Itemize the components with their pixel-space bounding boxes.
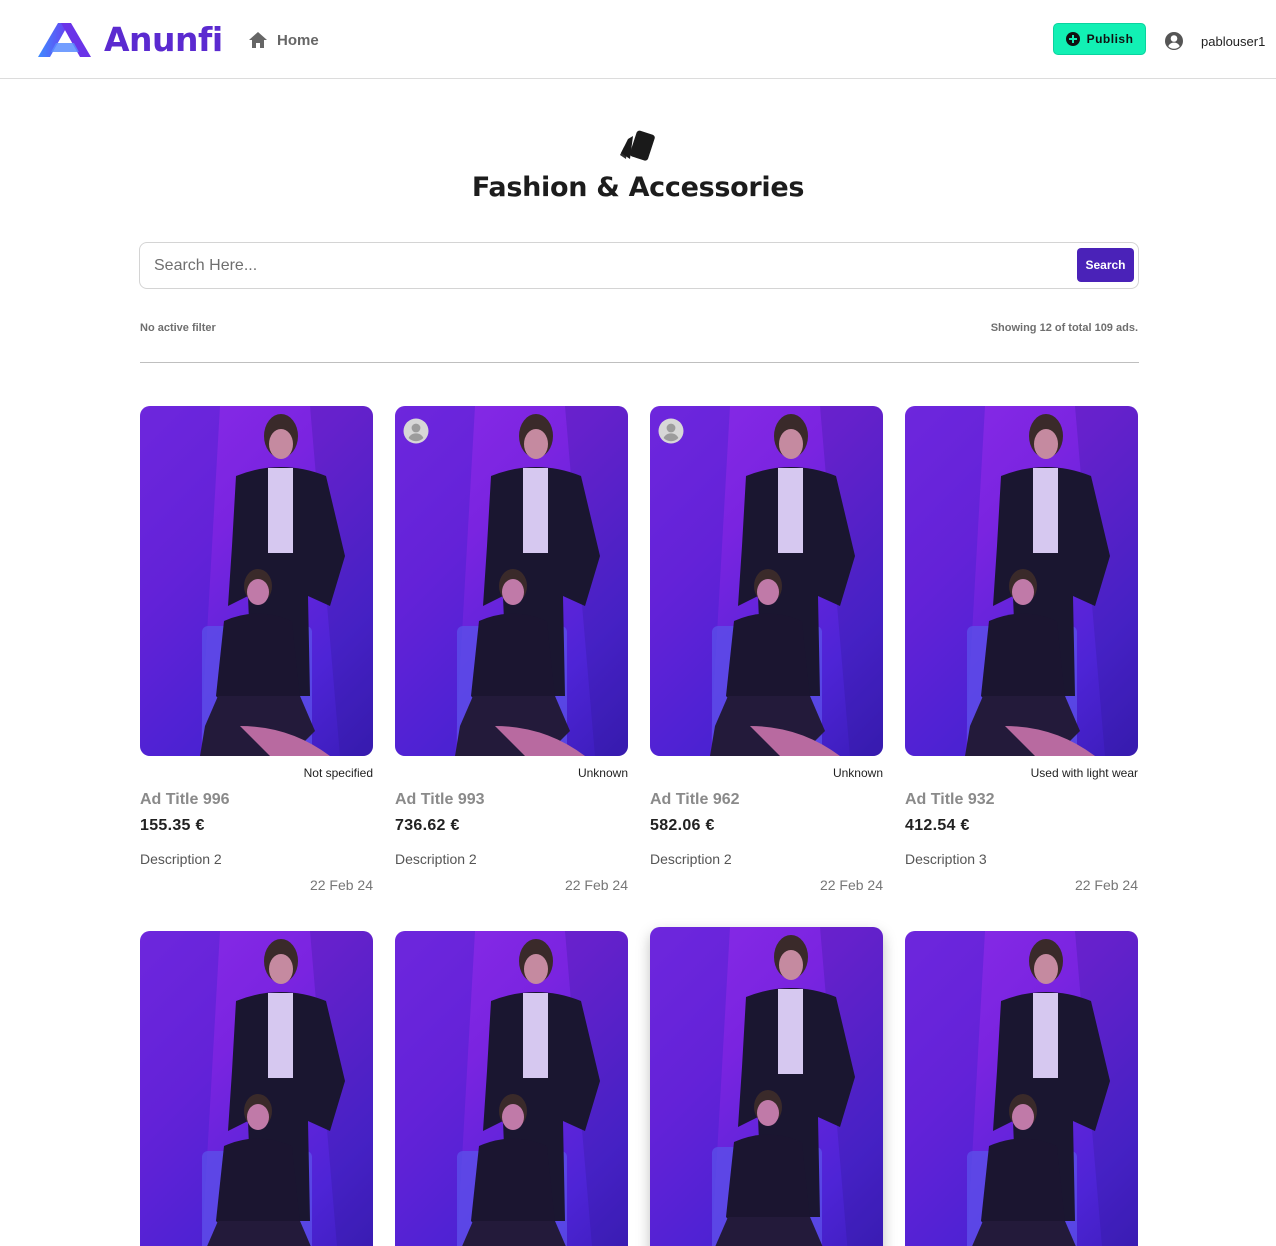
brand-logo[interactable]: Anunfi xyxy=(38,20,223,59)
seller-avatar-icon[interactable] xyxy=(403,418,429,444)
user-circle-icon xyxy=(1165,32,1183,50)
ad-description: Description 2 xyxy=(140,851,222,867)
ad-price: 582.06 € xyxy=(650,817,715,834)
ad-date: 22 Feb 24 xyxy=(819,877,883,893)
ad-card[interactable]: Unknown Ad Title 993 736.62 € Descriptio… xyxy=(395,406,628,893)
divider xyxy=(140,362,1139,363)
ad-title[interactable]: Ad Title 993 xyxy=(395,791,485,809)
ad-photo[interactable] xyxy=(140,406,373,756)
ad-photo-image xyxy=(395,931,628,1246)
ad-photo-image xyxy=(905,931,1138,1246)
home-icon xyxy=(249,32,267,48)
ad-title[interactable]: Ad Title 962 xyxy=(650,791,740,809)
ad-card[interactable]: Unknown Ad Title 962 582.06 € Descriptio… xyxy=(650,406,883,893)
ad-price: 736.62 € xyxy=(395,817,460,834)
ad-photo[interactable] xyxy=(395,931,628,1246)
ad-price: 155.35 € xyxy=(140,817,205,834)
publish-label: Publish xyxy=(1086,32,1134,46)
ad-card[interactable] xyxy=(905,931,1138,1246)
ad-description: Description 2 xyxy=(650,851,732,867)
nav-home-label: Home xyxy=(277,31,319,49)
brand-name: Anunfi xyxy=(104,20,223,59)
tag-icon xyxy=(620,130,655,161)
ad-condition: Used with light wear xyxy=(1030,766,1138,780)
search-bar: Search xyxy=(139,242,1139,289)
ad-description: Description 2 xyxy=(395,851,477,867)
ad-title[interactable]: Ad Title 932 xyxy=(905,791,995,809)
publish-button[interactable]: Publish xyxy=(1053,23,1146,55)
ad-photo[interactable] xyxy=(140,931,373,1246)
ad-photo-image xyxy=(140,931,373,1246)
ad-card[interactable] xyxy=(650,927,883,1246)
ad-price: 412.54 € xyxy=(905,817,970,834)
plus-circle-icon xyxy=(1065,32,1080,46)
ad-photo[interactable] xyxy=(395,406,628,756)
ad-photo-image xyxy=(140,406,373,756)
anunfi-logo-icon xyxy=(38,22,91,57)
ad-title[interactable]: Ad Title 996 xyxy=(140,791,230,809)
ad-card[interactable] xyxy=(395,931,628,1246)
search-button[interactable]: Search xyxy=(1077,248,1134,282)
ad-condition: Not specified xyxy=(303,766,373,780)
search-input[interactable] xyxy=(154,252,1054,280)
ad-card[interactable]: Not specified Ad Title 996 155.35 € Desc… xyxy=(140,406,373,893)
ad-photo[interactable] xyxy=(905,406,1138,756)
ad-card[interactable] xyxy=(140,931,373,1246)
ad-date: 22 Feb 24 xyxy=(564,877,628,893)
ad-condition: Unknown xyxy=(577,766,628,780)
results-count: Showing 12 of total 109 ads. xyxy=(990,322,1138,334)
ad-date: 22 Feb 24 xyxy=(1074,877,1138,893)
ad-card[interactable]: Used with light wear Ad Title 932 412.54… xyxy=(905,406,1138,893)
ad-photo[interactable] xyxy=(650,927,883,1246)
ad-photo-image xyxy=(650,406,883,756)
top-navbar: Anunfi Home Publish pablouser1 xyxy=(0,0,1276,79)
page-title: Fashion & Accessories xyxy=(471,172,805,203)
ad-date: 22 Feb 24 xyxy=(309,877,373,893)
filter-status: No active filter xyxy=(140,322,216,334)
ad-condition: Unknown xyxy=(832,766,883,780)
username: pablouser1 xyxy=(1201,33,1266,49)
ad-photo[interactable] xyxy=(650,406,883,756)
ad-photo-image xyxy=(905,406,1138,756)
nav-home-link[interactable]: Home xyxy=(248,30,319,50)
user-menu[interactable]: pablouser1 xyxy=(1164,31,1265,51)
ad-photo[interactable] xyxy=(905,931,1138,1246)
ad-description: Description 3 xyxy=(905,851,987,867)
seller-avatar-icon[interactable] xyxy=(658,418,684,444)
ad-photo-image xyxy=(395,406,628,756)
ad-photo-image xyxy=(650,927,883,1246)
